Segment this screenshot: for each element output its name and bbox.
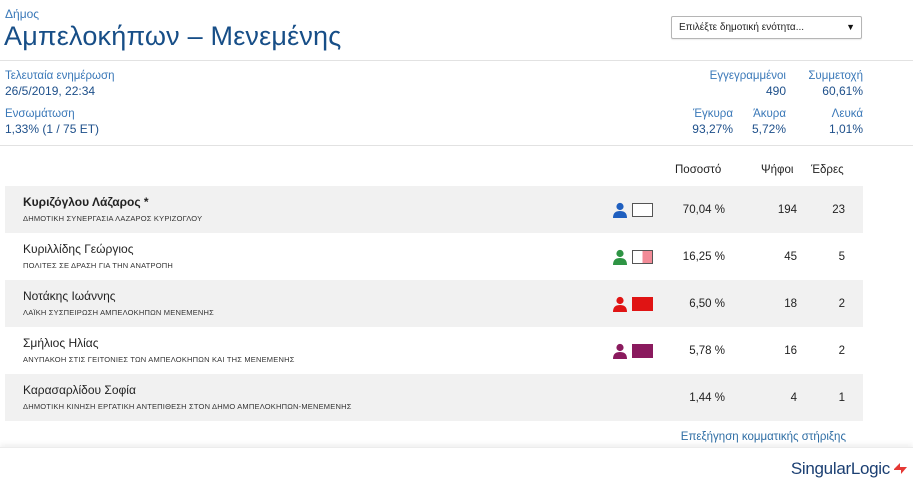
valid-value: 93,27% bbox=[692, 122, 733, 136]
integration-value: 1,33% (1 / 75 ΕΤ) bbox=[5, 122, 100, 136]
candidate-name: Κυριζόγλου Λάζαρος * bbox=[23, 195, 149, 209]
turnout-label: Συμμετοχή bbox=[808, 70, 863, 82]
municipal-unit-select[interactable]: Επιλέξτε δημοτική ενότητα... ▼ bbox=[671, 16, 862, 39]
result-row: Σμήλιος Ηλίας ΑΝΥΠΑΚΟΗ ΣΤΙΣ ΓΕΙΤΟΝΙΕΣ ΤΩΝ… bbox=[5, 327, 863, 374]
divider bbox=[0, 145, 913, 146]
candidate-name: Νοτάκης Ιωάννης bbox=[23, 289, 116, 303]
integration-label: Ενσωμάτωση bbox=[5, 108, 75, 120]
party-name: ΑΝΥΠΑΚΟΗ ΣΤΙΣ ΓΕΙΤΟΝΙΕΣ ΤΩΝ ΑΜΠΕΛΟΚΗΠΩΝ … bbox=[23, 355, 295, 364]
percent-value: 16,25 % bbox=[682, 251, 725, 263]
blank-block: Λευκά 1,01% bbox=[829, 108, 863, 136]
last-update-label: Τελευταία ενημέρωση bbox=[5, 70, 115, 82]
chevron-down-icon: ▼ bbox=[846, 22, 855, 32]
votes-value: 4 bbox=[790, 392, 797, 404]
party-color-swatch bbox=[632, 203, 653, 217]
votes-value: 16 bbox=[784, 345, 797, 357]
column-percent: Ποσοστό bbox=[675, 164, 722, 176]
percent-value: 70,04 % bbox=[682, 204, 725, 216]
turnout-value: 60,61% bbox=[822, 84, 863, 98]
registered-label: Εγγεγραμμένοι bbox=[709, 70, 786, 82]
breadcrumb-municipality: Δήμος bbox=[5, 7, 40, 21]
party-color-swatch bbox=[632, 344, 653, 358]
registered-block: Εγγεγραμμένοι 490 bbox=[710, 70, 786, 98]
votes-value: 194 bbox=[777, 204, 797, 216]
invalid-block: Άκυρα 5,72% bbox=[752, 108, 786, 136]
candidate-name: Καρασαρλίδου Σοφία bbox=[23, 383, 136, 397]
turnout-block: Συμμετοχή 60,61% bbox=[808, 70, 863, 98]
party-name: ΔΗΜΟΤΙΚΗ ΣΥΝΕΡΓΑΣΙΑ ΛΑΖΑΡΟΣ ΚΥΡΙΖΟΓΛΟΥ bbox=[23, 214, 203, 223]
party-name: ΔΗΜΟΤΙΚΗ ΚΙΝΗΣΗ ΕΡΓΑΤΙΚΗ ΑΝΤΕΠΙΘΕΣΗ ΣΤΟΝ… bbox=[23, 402, 352, 411]
person-icon bbox=[613, 249, 627, 265]
votes-value: 18 bbox=[784, 298, 797, 310]
candidate-name: Κυριλλίδης Γεώργιος bbox=[23, 242, 134, 256]
invalid-value: 5,72% bbox=[751, 122, 786, 136]
party-color-swatch bbox=[632, 250, 653, 264]
blank-value: 1,01% bbox=[828, 122, 863, 136]
party-name: ΠΟΛΙΤΕΣ ΣΕ ΔΡΑΣΗ ΓΙΑ ΤΗΝ ΑΝΑΤΡΟΠΗ bbox=[23, 261, 173, 270]
percent-value: 1,44 % bbox=[689, 392, 725, 404]
seats-value: 2 bbox=[838, 298, 845, 310]
column-seats: Έδρες bbox=[811, 164, 844, 176]
valid-label: Έγκυρα bbox=[693, 108, 733, 120]
person-icon bbox=[613, 296, 627, 312]
seats-value: 2 bbox=[838, 345, 845, 357]
person-icon bbox=[613, 202, 627, 218]
seats-value: 5 bbox=[838, 251, 845, 263]
percent-value: 5,78 % bbox=[689, 345, 725, 357]
page-title: Αμπελοκήπων – Μενεμένης bbox=[4, 21, 342, 51]
brand-part-a: Singular bbox=[790, 459, 851, 478]
last-update-block: Τελευταία ενημέρωση 26/5/2019, 22:34 bbox=[5, 70, 115, 98]
percent-value: 6,50 % bbox=[689, 298, 725, 310]
party-color-swatch bbox=[632, 297, 653, 311]
party-name: ΛΑΪΚΗ ΣΥΣΠΕΙΡΩΣΗ ΑΜΠΕΛΟΚΗΠΩΝ ΜΕΝΕΜΕΝΗΣ bbox=[23, 308, 214, 317]
result-row: Κυριζόγλου Λάζαρος * ΔΗΜΟΤΙΚΗ ΣΥΝΕΡΓΑΣΙΑ … bbox=[5, 186, 863, 233]
integration-block: Ενσωμάτωση 1,33% (1 / 75 ΕΤ) bbox=[5, 108, 99, 136]
registered-value: 490 bbox=[765, 84, 786, 98]
invalid-label: Άκυρα bbox=[753, 108, 786, 120]
result-row: Κυριλλίδης Γεώργιος ΠΟΛΙΤΕΣ ΣΕ ΔΡΑΣΗ ΓΙΑ … bbox=[5, 233, 863, 280]
footer bbox=[0, 447, 913, 479]
divider bbox=[0, 60, 913, 61]
last-update-value: 26/5/2019, 22:34 bbox=[5, 84, 96, 98]
brand-part-b: Logic bbox=[850, 459, 890, 478]
person-icon bbox=[613, 343, 627, 359]
valid-block: Έγκυρα 93,27% bbox=[692, 108, 733, 136]
result-row: Καρασαρλίδου Σοφία ΔΗΜΟΤΙΚΗ ΚΙΝΗΣΗ ΕΡΓΑΤΙ… bbox=[5, 374, 863, 421]
result-row: Νοτάκης Ιωάννης ΛΑΪΚΗ ΣΥΣΠΕΙΡΩΣΗ ΑΜΠΕΛΟΚΗ… bbox=[5, 280, 863, 327]
votes-value: 45 bbox=[784, 251, 797, 263]
party-support-explanation-link[interactable]: Επεξήγηση κομματικής στήριξης bbox=[681, 431, 846, 443]
singularlogic-logo-icon bbox=[894, 463, 907, 474]
singularlogic-logo: SingularLogic bbox=[791, 459, 890, 479]
candidate-name: Σμήλιος Ηλίας bbox=[23, 336, 99, 350]
seats-value: 23 bbox=[832, 204, 845, 216]
select-value: Επιλέξτε δημοτική ενότητα... bbox=[679, 22, 805, 33]
seats-value: 1 bbox=[838, 392, 845, 404]
column-votes: Ψήφοι bbox=[761, 164, 794, 176]
blank-label: Λευκά bbox=[831, 108, 863, 120]
